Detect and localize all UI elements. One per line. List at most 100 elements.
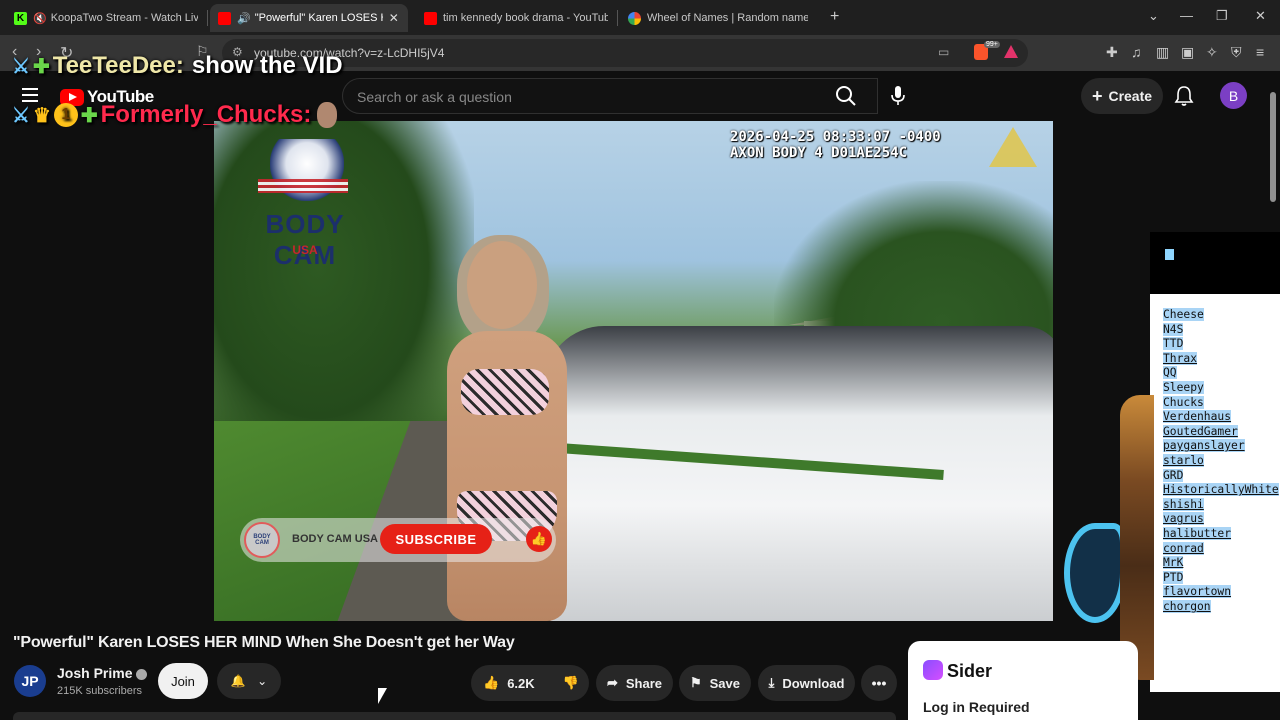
- chat-message-text: show the VID: [191, 52, 343, 79]
- page-scrollbar[interactable]: [1270, 92, 1276, 202]
- chat-username: TeeTeeDee:: [52, 52, 184, 79]
- name-list-text: conrad: [1163, 541, 1204, 555]
- face-emote-icon: [317, 102, 338, 128]
- leo-ai-icon[interactable]: ✧: [1206, 44, 1218, 61]
- verified-check-icon: [136, 668, 148, 680]
- youtube-favicon-icon: [218, 11, 231, 25]
- body-cam-usa-watermark: BODY CAM USA: [232, 139, 378, 270]
- wallet-icon[interactable]: ▣: [1181, 44, 1194, 61]
- search-icon: [836, 86, 856, 106]
- clover-badge-icon: ✚: [80, 104, 98, 127]
- share-button[interactable]: ➦ Share: [596, 665, 673, 701]
- chevron-down-icon: ⌄: [257, 674, 268, 688]
- notifications-button[interactable]: [1174, 85, 1194, 112]
- axe-icon: [1064, 523, 1126, 623]
- search-input[interactable]: Search or ask a question: [342, 78, 878, 114]
- name-list-item: conrad: [1163, 541, 1279, 557]
- create-button[interactable]: + Create: [1081, 78, 1163, 114]
- name-list-item: MrK: [1163, 556, 1279, 571]
- sider-popup[interactable]: Sider Log in Required: [908, 641, 1138, 720]
- guide-menu-icon[interactable]: [22, 88, 38, 102]
- extensions-puzzle-icon[interactable]: ✚: [1106, 44, 1118, 61]
- bell-icon: [1174, 86, 1194, 106]
- document-icon: [1165, 249, 1174, 260]
- name-list-text: Cheese: [1163, 308, 1204, 321]
- subscribed-notifications-button[interactable]: 🔔 ⌄: [217, 663, 281, 699]
- name-list-text: vagrus: [1163, 512, 1204, 526]
- media-music-icon[interactable]: ♫: [1131, 44, 1142, 60]
- tab-search-chevron-icon[interactable]: ⌄: [1148, 8, 1159, 24]
- mute-icon[interactable]: 🔇: [33, 12, 47, 25]
- name-list-text: TTD: [1163, 337, 1184, 351]
- channel-name[interactable]: Josh Prime: [57, 665, 132, 681]
- name-list-item: Cheese: [1163, 308, 1279, 323]
- sider-login-required[interactable]: Log in Required: [923, 699, 1030, 715]
- name-list-item: chorgon: [1163, 599, 1279, 615]
- name-list-item: QQ: [1163, 366, 1279, 381]
- number-one-badge-icon: 1: [53, 103, 78, 127]
- wheel-favicon-icon: [628, 11, 641, 25]
- restore-window-icon[interactable]: ❐: [1216, 8, 1228, 24]
- browser-tab-active-video[interactable]: 🔊 "Powerful" Karen LOSES HER I ✕: [210, 4, 408, 32]
- download-button[interactable]: ⤓ Download: [758, 665, 855, 701]
- new-tab-button[interactable]: +: [830, 8, 839, 26]
- name-list-text: N4S: [1163, 322, 1184, 336]
- video-player[interactable]: 2026-04-25 08:33:07 -0400 AXON BODY 4 D0…: [214, 121, 1053, 621]
- video-frame-police-car: [544, 326, 1053, 621]
- name-list-text: PTD: [1163, 570, 1184, 584]
- close-tab-icon[interactable]: ✕: [389, 11, 399, 25]
- shield-count-badge: 99+: [984, 41, 1000, 48]
- search-button[interactable]: [828, 79, 864, 113]
- osd-timestamp: 2026-04-25 08:33:07 -0400: [730, 129, 941, 145]
- tab-divider: [617, 10, 618, 26]
- more-actions-button[interactable]: •••: [861, 665, 897, 701]
- voice-search-button[interactable]: [878, 79, 918, 113]
- thumbs-up-icon: 👍: [483, 675, 500, 690]
- browser-tab-wheel-of-names[interactable]: Wheel of Names | Random name pic: [620, 4, 816, 32]
- speaker-icon[interactable]: 🔊: [237, 12, 251, 25]
- vpn-shield-icon[interactable]: ⛨: [1231, 44, 1242, 61]
- tab-label: KoopaTwo Stream - Watch Live o: [50, 12, 198, 24]
- osd-device: AXON BODY 4 D01AE254C: [730, 145, 908, 161]
- subscribe-overlay: BODY CAM BODY CAM USA SUBSCRIBE 👍: [240, 518, 556, 562]
- name-list-panel: Cheese N4S TTD Thrax QQ Sleepy Chucks Verdenhau…: [1150, 294, 1280, 692]
- channel-avatar[interactable]: JP: [14, 665, 46, 697]
- name-list-item: shishi: [1163, 497, 1279, 513]
- minimize-window-icon[interactable]: —: [1180, 8, 1193, 23]
- name-list-text: HistoricallyWhite: [1163, 483, 1279, 497]
- account-avatar[interactable]: B: [1220, 82, 1247, 109]
- browser-tab-koopatwo[interactable]: K 🔇 KoopaTwo Stream - Watch Live o: [6, 4, 206, 32]
- search-placeholder: Search or ask a question: [357, 89, 512, 105]
- like-button[interactable]: 👍 6.2K: [483, 675, 535, 691]
- name-list-item: TTD: [1163, 337, 1279, 352]
- thumbs-down-icon: 👎: [562, 675, 579, 690]
- cast-icon[interactable]: ▭: [938, 45, 949, 59]
- name-list-item: HistoricallyWhite: [1163, 483, 1279, 498]
- name-list-item: GoutedGamer: [1163, 424, 1279, 440]
- overlay-subscribe-graphic: SUBSCRIBE: [380, 524, 492, 554]
- stream-chat-message: ⚔ ✚ TeeTeeDee: show the VID: [12, 52, 343, 80]
- name-list-item: flavortown: [1163, 585, 1279, 600]
- name-list-text: MrK: [1163, 556, 1184, 570]
- menu-icon[interactable]: ≡: [1256, 44, 1264, 60]
- join-button[interactable]: Join: [158, 663, 208, 699]
- channel-name-row[interactable]: Josh Prime: [57, 665, 148, 681]
- dislike-button[interactable]: 👎: [563, 675, 579, 691]
- stream-chat-message: ⚔ ♛ 1 ✚ Formerly_Chucks:: [12, 101, 340, 129]
- sword-badge-icon: ⚔: [12, 104, 30, 127]
- video-frame-person: [439, 235, 579, 621]
- name-list-text: Chucks: [1163, 395, 1204, 409]
- name-list: Cheese N4S TTD Thrax QQ Sleepy Chucks Verdenhau…: [1163, 308, 1279, 614]
- brave-rewards-icon[interactable]: [1004, 45, 1018, 58]
- close-window-icon[interactable]: ✕: [1255, 8, 1266, 24]
- name-list-item: payganslayer: [1163, 439, 1279, 454]
- sidebar-icon[interactable]: ▥: [1156, 44, 1169, 61]
- browser-tab-tim-kennedy[interactable]: tim kennedy book drama - YouTube: [416, 4, 616, 32]
- kick-favicon-icon: K: [14, 11, 27, 25]
- clover-badge-icon: ✚: [32, 55, 50, 78]
- name-list-text: Sleepy: [1163, 380, 1204, 394]
- save-button[interactable]: ⚑ Save: [679, 665, 751, 701]
- name-list-item: PTD: [1163, 570, 1279, 586]
- chat-username: Formerly_Chucks:: [100, 101, 312, 128]
- name-list-item: halibutter: [1163, 526, 1279, 542]
